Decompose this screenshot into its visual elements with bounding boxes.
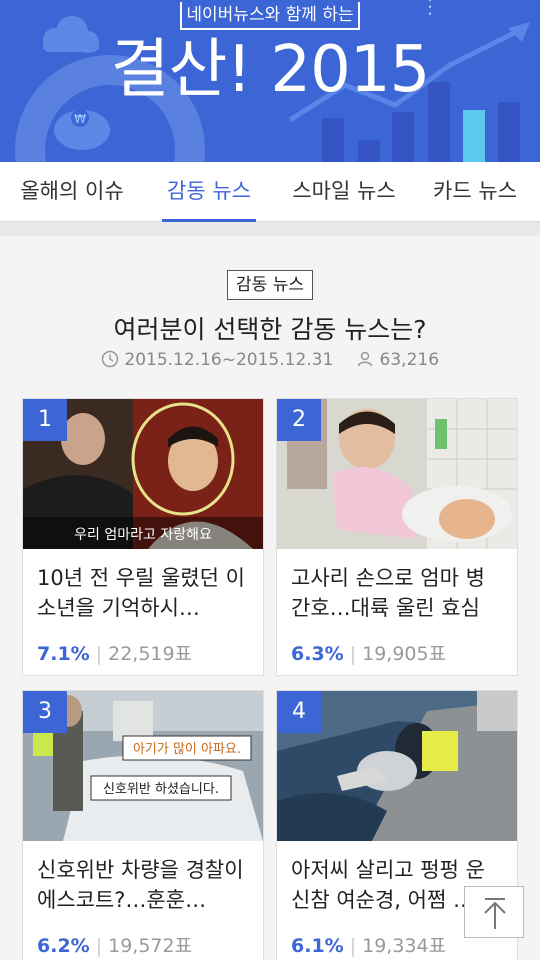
rank-badge: 3: [23, 691, 67, 733]
scroll-top-button[interactable]: [464, 886, 524, 938]
tab-card-news[interactable]: 카드 뉴스: [430, 162, 520, 222]
section-headline: 여러분이 선택한 감동 뉴스는?: [113, 315, 427, 344]
news-stats: 6.1% | 19,334표: [291, 935, 447, 957]
news-stats: 6.3% | 19,905표: [291, 643, 447, 665]
news-title[interactable]: 신호위반 차량을 경찰이 에스코트?…훈훈…: [37, 855, 255, 915]
thumbnail-2[interactable]: 2: [277, 399, 517, 549]
news-card-1[interactable]: 우리 엄마라고 자랑해요 1 10년 전 우릴 울렸던 이 소년을 기억하시… …: [22, 398, 264, 676]
vote-percent: 7.1%: [37, 643, 90, 665]
vote-count: 19,334표: [362, 935, 447, 957]
thumbnail-4[interactable]: 4: [277, 691, 517, 841]
rank-badge: 2: [277, 399, 321, 441]
thumbnail-1[interactable]: 우리 엄마라고 자랑해요 1: [23, 399, 263, 549]
thumbnail-3[interactable]: 아기가 많이 아파요. 신호위반 하셨습니다. 3: [23, 691, 263, 841]
tab-touching-news[interactable]: 감동 뉴스: [162, 162, 256, 222]
tab-yearly-issue[interactable]: 올해의 이슈: [14, 162, 130, 222]
clock-icon: [101, 350, 119, 368]
vote-percent: 6.1%: [291, 935, 344, 957]
rank-badge: 4: [277, 691, 321, 733]
participants-count: 63,216: [379, 350, 440, 370]
vote-percent: 6.3%: [291, 643, 344, 665]
news-stats: 7.1% | 22,519표: [37, 643, 193, 665]
banner: ₩ 네이버뉴스와 함께 하는 결산! 2015 ⋮: [0, 0, 540, 162]
period-text: 2015.12.16~2015.12.31: [124, 350, 334, 370]
svg-text:₩: ₩: [74, 112, 86, 126]
news-title[interactable]: 10년 전 우릴 울렸던 이 소년을 기억하시…: [37, 563, 255, 623]
main-content: 감동 뉴스 여러분이 선택한 감동 뉴스는? 2015.12.16~2015.1…: [0, 236, 540, 960]
news-stats: 6.2% | 19,572표: [37, 935, 193, 957]
vote-count: 22,519표: [108, 643, 193, 665]
tab-smile-news[interactable]: 스마일 뉴스: [288, 162, 400, 222]
vote-count: 19,905표: [362, 643, 447, 665]
vote-count: 19,572표: [108, 935, 193, 957]
divider: [0, 222, 540, 236]
section-tag: 감동 뉴스: [227, 270, 313, 300]
more-options-icon[interactable]: ⋮: [420, 0, 440, 26]
caption-text: 우리 엄마라고 자랑해요: [74, 527, 212, 543]
banner-subtitle: 네이버뉴스와 함께 하는: [180, 2, 360, 30]
caption-text: 아기가 많이 아파요.: [133, 742, 241, 757]
banner-title: 결산! 2015: [110, 33, 431, 107]
rank-badge: 1: [23, 399, 67, 441]
arrow-up-icon: [484, 898, 506, 929]
news-card-3[interactable]: 아기가 많이 아파요. 신호위반 하셨습니다. 3 신호위반 차량을 경찰이 에…: [22, 690, 264, 960]
news-card-2[interactable]: 2 고사리 손으로 엄마 병 간호…대륙 울린 효심 6.3% | 19,905표: [276, 398, 518, 676]
person-icon: [357, 351, 373, 367]
section-meta: 2015.12.16~2015.12.31 63,216: [0, 350, 540, 370]
news-title[interactable]: 고사리 손으로 엄마 병 간호…대륙 울린 효심: [291, 563, 509, 623]
tab-bar: 올해의 이슈 감동 뉴스 스마일 뉴스 카드 뉴스: [0, 162, 540, 222]
caption-text: 신호위반 하셨습니다.: [103, 782, 219, 797]
vote-percent: 6.2%: [37, 935, 90, 957]
